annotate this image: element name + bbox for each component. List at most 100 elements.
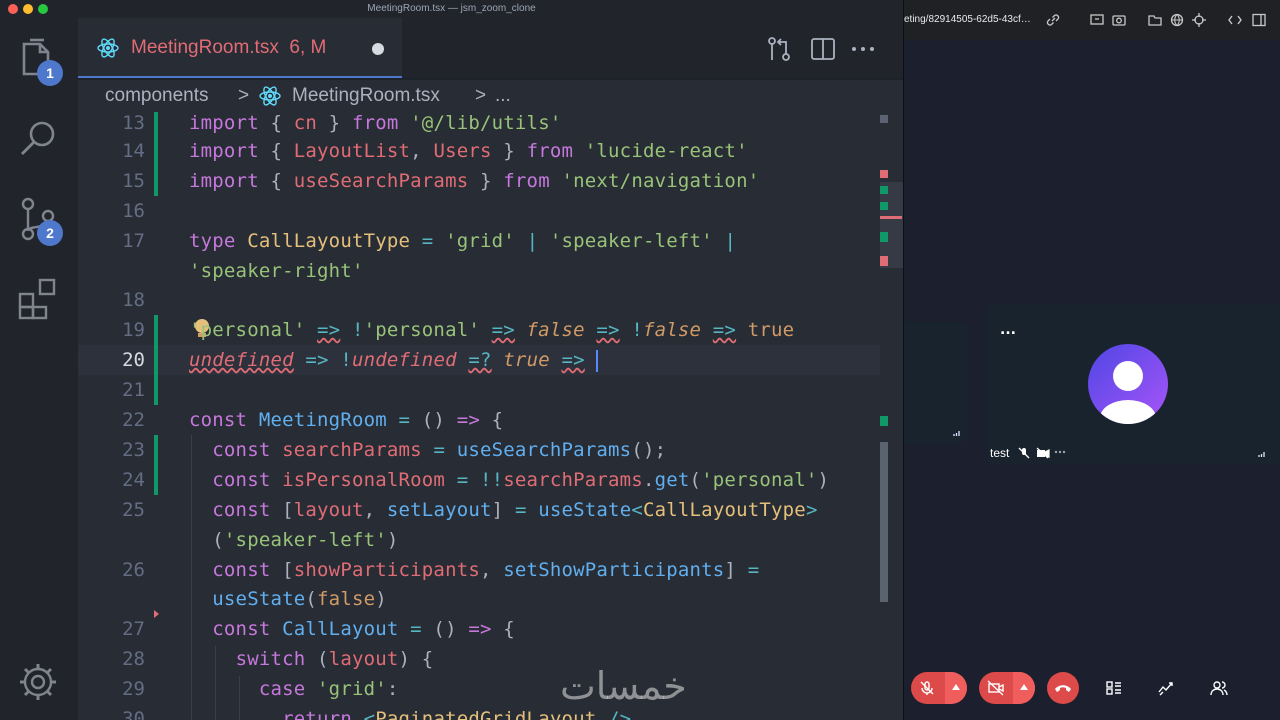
explorer-icon[interactable]: 1 [16, 36, 63, 86]
participant-name-tag: test [990, 446, 1009, 460]
git-added-marker [154, 435, 158, 495]
source-control-icon[interactable]: 2 [16, 196, 63, 246]
react-icon [97, 38, 119, 58]
code-line: const [layout, setLayout] = useState<Cal… [212, 499, 818, 521]
participants-users-icon[interactable] [1210, 680, 1228, 696]
tab-problem-status: 6, M [289, 37, 327, 58]
overview-marker [880, 232, 888, 242]
sidebar-toggle-icon[interactable] [1252, 13, 1266, 27]
line-number: 27 [122, 618, 145, 640]
activity-bar: 1 2 [0, 18, 78, 720]
signal-icon [953, 431, 960, 436]
mic-off-icon [920, 681, 934, 695]
line-number: 18 [122, 289, 145, 311]
code-arrows-icon[interactable] [1228, 13, 1242, 27]
call-stats-icon[interactable] [1158, 680, 1174, 696]
source-control-badge: 2 [37, 220, 63, 246]
line-number: 16 [122, 200, 145, 222]
breadcrumb: components > MeetingRoom.tsx > ... [78, 80, 903, 112]
settings-gear-icon[interactable] [16, 660, 62, 706]
line-number: 29 [122, 678, 145, 700]
code-line-wrap: useState(false) [212, 588, 387, 610]
chevron-up-icon [1020, 684, 1028, 690]
overview-marker [880, 170, 888, 178]
screen-share-icon[interactable] [1090, 13, 1104, 27]
breadcrumb-file[interactable]: MeetingRoom.tsx [292, 85, 440, 107]
code-line: case 'grid': [258, 678, 399, 700]
breadcrumb-symbol[interactable]: ... [495, 85, 511, 107]
crosshair-icon[interactable] [1192, 13, 1206, 27]
code-line: import { LayoutList, Users } from 'lucid… [189, 140, 748, 162]
code-editor[interactable]: 13 14 15 16 17 18 19 20 21 22 23 24 25 2… [78, 112, 903, 720]
git-added-marker [154, 112, 158, 196]
code-line-wrap: 'speaker-right' [189, 260, 364, 282]
toggle-mic-button[interactable] [911, 672, 967, 704]
text-cursor [596, 349, 599, 372]
tile-more-options[interactable]: ... [1000, 322, 1016, 338]
participant-tile[interactable] [904, 322, 968, 444]
overview-marker [880, 256, 888, 266]
browser-url[interactable]: eting/82914505-62d5-43cf… [904, 14, 1031, 25]
line-number: 28 [122, 648, 145, 670]
toggle-camera-button[interactable] [979, 672, 1035, 704]
camera-options-button[interactable] [1013, 672, 1035, 704]
extensions-icon[interactable] [16, 276, 62, 322]
line-number: 21 [122, 379, 145, 401]
line-number: 30 [122, 708, 145, 720]
open-changes-icon[interactable] [766, 36, 792, 62]
line-number: 25 [122, 499, 145, 521]
camera-icon[interactable] [1112, 13, 1126, 27]
tab-filename: MeetingRoom.tsx [131, 37, 279, 58]
code-line: import { cn } from '@/lib/utils' [189, 112, 562, 134]
code-line: const CallLayout = () => { [212, 618, 515, 640]
globe-icon[interactable] [1170, 13, 1184, 27]
react-icon [259, 86, 281, 106]
meeting-browser-pane: eting/82914505-62d5-43cf… ... test [903, 0, 1280, 720]
title-bar: MeetingRoom.tsx — jsm_zoom_clone [0, 0, 903, 18]
chevron-up-icon [952, 684, 960, 690]
participant-name: test [990, 446, 1010, 460]
code-line: switch (layout) { [235, 648, 434, 670]
browser-address-bar[interactable]: eting/82914505-62d5-43cf… [904, 0, 1280, 40]
overview-marker [880, 115, 888, 123]
editor-tab-bar: MeetingRoom.tsx 6, M [78, 18, 903, 78]
code-line: const searchParams = useSearchParams(); [212, 439, 667, 461]
line-number: 14 [122, 140, 145, 162]
more-actions-icon[interactable] [850, 36, 876, 62]
code-line: const isPersonalRoom = !!searchParams.ge… [212, 469, 830, 491]
code-line-active: undefined => !undefined =? true => [189, 349, 599, 372]
breadcrumb-separator: > [475, 85, 487, 106]
line-number: 24 [122, 469, 145, 491]
code-line-wrap: ('speaker-left') [189, 529, 399, 551]
unsaved-dot-icon[interactable] [372, 43, 384, 55]
code-line: type CallLayoutType = 'grid' | 'speaker-… [189, 230, 737, 252]
code-line: 'personal' => !'personal' => false => !f… [189, 319, 795, 341]
participant-avatar [1088, 344, 1168, 424]
line-number: 26 [122, 559, 145, 581]
search-icon[interactable] [16, 116, 62, 162]
tag-more-icon[interactable] [1054, 449, 1066, 455]
code-line: const [showParticipants, setShowParticip… [212, 559, 760, 581]
breadcrumb-folder[interactable]: components [105, 85, 209, 107]
breadcrumb-separator: > [238, 85, 250, 106]
explorer-badge: 1 [37, 60, 63, 86]
leave-call-button[interactable] [1047, 672, 1079, 704]
line-number: 19 [122, 319, 145, 341]
link-icon[interactable] [1046, 13, 1060, 27]
line-number-active: 20 [122, 349, 145, 371]
code-line: const MeetingRoom = () => { [189, 409, 504, 431]
tab-meetingroom[interactable]: MeetingRoom.tsx 6, M [78, 18, 402, 78]
mic-options-button[interactable] [945, 672, 967, 704]
git-deleted-marker [154, 610, 159, 618]
split-editor-icon[interactable] [810, 36, 836, 62]
layout-list-icon[interactable] [1106, 680, 1122, 696]
video-off-icon [987, 680, 1004, 696]
mic-muted-icon [1018, 447, 1030, 459]
phone-hangup-icon [1055, 685, 1071, 692]
overview-marker [880, 202, 888, 210]
line-number: 13 [122, 112, 145, 134]
overview-marker [880, 442, 888, 602]
line-number: 23 [122, 439, 145, 461]
window-title: MeetingRoom.tsx — jsm_zoom_clone [367, 3, 536, 14]
folder-icon[interactable] [1148, 13, 1162, 27]
